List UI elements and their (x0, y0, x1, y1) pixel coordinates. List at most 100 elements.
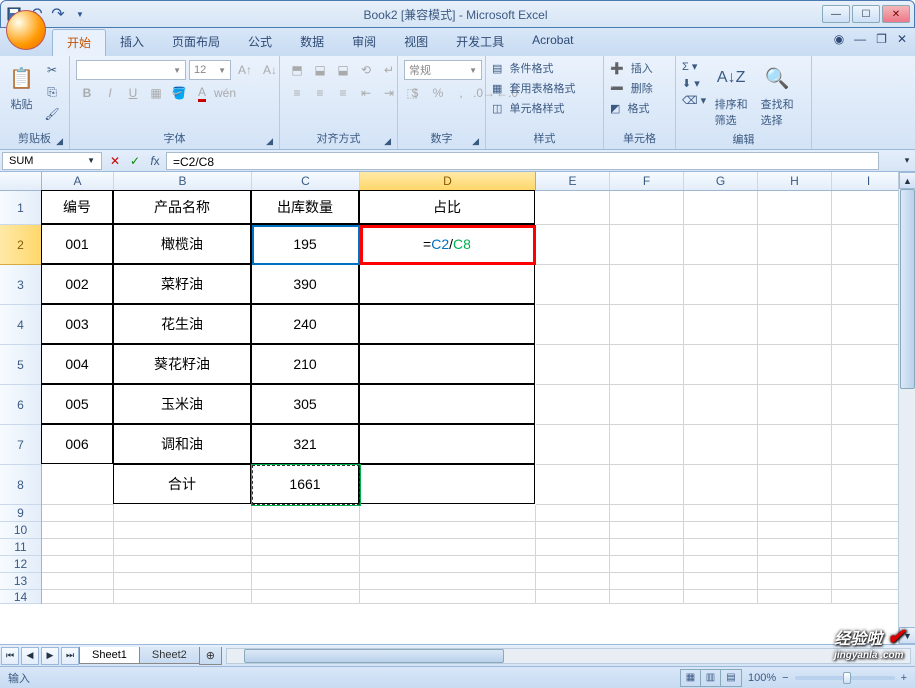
cell-D3[interactable] (359, 264, 535, 304)
font-name-combo[interactable]: ▼ (76, 60, 186, 80)
cell-E3[interactable] (536, 265, 610, 305)
row-header-13[interactable]: 13 (0, 573, 41, 590)
font-color-icon[interactable]: A (191, 83, 213, 103)
percent-icon[interactable]: % (427, 83, 449, 103)
cell-F10[interactable] (610, 522, 684, 539)
row-header-10[interactable]: 10 (0, 522, 41, 539)
cell-D14[interactable] (360, 590, 536, 604)
cell-D5[interactable] (359, 344, 535, 384)
format-cells-button[interactable]: ◩ 格式 (610, 100, 653, 116)
cell-H13[interactable] (758, 573, 832, 590)
next-sheet-icon[interactable]: ▶ (41, 647, 59, 665)
align-middle-icon[interactable]: ⬓ (309, 60, 331, 80)
cell-G14[interactable] (684, 590, 758, 604)
cell-D2[interactable]: =C2/C8 (359, 224, 535, 264)
cell-E7[interactable] (536, 425, 610, 465)
cell-E9[interactable] (536, 505, 610, 522)
cell-A13[interactable] (42, 573, 114, 590)
col-header-B[interactable]: B (114, 172, 252, 190)
cell-H1[interactable] (758, 191, 832, 225)
cell-I14[interactable] (832, 590, 906, 604)
bold-icon[interactable]: B (76, 83, 98, 103)
tab-data[interactable]: 数据 (286, 29, 338, 56)
cell-C14[interactable] (252, 590, 360, 604)
cell-C7[interactable]: 321 (251, 424, 359, 464)
cell-A14[interactable] (42, 590, 114, 604)
col-header-I[interactable]: I (832, 172, 906, 190)
row-header-9[interactable]: 9 (0, 505, 41, 522)
cell-F1[interactable] (610, 191, 684, 225)
cell-C6[interactable]: 305 (251, 384, 359, 424)
align-center-icon[interactable]: ≡ (309, 83, 331, 103)
phonetic-icon[interactable]: wén (214, 83, 236, 103)
row-header-11[interactable]: 11 (0, 539, 41, 556)
cell-I12[interactable] (832, 556, 906, 573)
align-top-icon[interactable]: ⬒ (286, 60, 308, 80)
formula-bar[interactable]: =C2/C8 (166, 152, 879, 170)
cell-H10[interactable] (758, 522, 832, 539)
col-header-E[interactable]: E (536, 172, 610, 190)
cell-B4[interactable]: 花生油 (113, 304, 251, 344)
cell-F14[interactable] (610, 590, 684, 604)
page-layout-view-icon[interactable]: ▥ (701, 670, 721, 686)
row-header-3[interactable]: 3 (0, 265, 41, 305)
enter-formula-icon[interactable]: ✓ (126, 154, 144, 168)
horizontal-scrollbar[interactable] (226, 648, 911, 664)
cell-C4[interactable]: 240 (251, 304, 359, 344)
cell-I9[interactable] (832, 505, 906, 522)
col-header-A[interactable]: A (42, 172, 114, 190)
cell-G7[interactable] (684, 425, 758, 465)
copy-icon[interactable]: ⎘ (41, 82, 63, 102)
cell-I11[interactable] (832, 539, 906, 556)
cell-A10[interactable] (42, 522, 114, 539)
row-header-4[interactable]: 4 (0, 305, 41, 345)
select-all-corner[interactable] (0, 172, 42, 190)
cell-C1[interactable]: 出库数量 (251, 190, 359, 224)
dialog-launcher-icon[interactable]: ◢ (472, 136, 479, 147)
cell-A1[interactable]: 编号 (41, 190, 113, 224)
cell-A6[interactable]: 005 (41, 384, 113, 424)
cell-C9[interactable] (252, 505, 360, 522)
row-header-1[interactable]: 1 (0, 191, 41, 225)
paste-button[interactable]: 📋 粘贴 (6, 60, 37, 114)
row-header-8[interactable]: 8 (0, 465, 41, 505)
cell-F2[interactable] (610, 225, 684, 265)
align-right-icon[interactable]: ≡ (332, 83, 354, 103)
cell-F4[interactable] (610, 305, 684, 345)
prev-sheet-icon[interactable]: ◀ (21, 647, 39, 665)
cell-F6[interactable] (610, 385, 684, 425)
tab-insert[interactable]: 插入 (106, 29, 158, 56)
cell-A2[interactable]: 001 (41, 224, 113, 264)
cell-F13[interactable] (610, 573, 684, 590)
tab-formulas[interactable]: 公式 (234, 29, 286, 56)
cell-styles-button[interactable]: ◫ 单元格样式 (492, 100, 575, 116)
cell-G10[interactable] (684, 522, 758, 539)
tab-review[interactable]: 审阅 (338, 29, 390, 56)
increase-indent-icon[interactable]: ⇥ (378, 83, 400, 103)
new-sheet-icon[interactable]: ⊕ (199, 647, 222, 665)
cell-B14[interactable] (114, 590, 252, 604)
cell-D10[interactable] (360, 522, 536, 539)
cell-A3[interactable]: 002 (41, 264, 113, 304)
cell-H8[interactable] (758, 465, 832, 505)
cell-B5[interactable]: 葵花籽油 (113, 344, 251, 384)
cell-G8[interactable] (684, 465, 758, 505)
cell-D7[interactable] (359, 424, 535, 464)
cell-A12[interactable] (42, 556, 114, 573)
cell-D1[interactable]: 占比 (359, 190, 535, 224)
cell-F3[interactable] (610, 265, 684, 305)
align-left-icon[interactable]: ≡ (286, 83, 308, 103)
cell-B13[interactable] (114, 573, 252, 590)
cell-A9[interactable] (42, 505, 114, 522)
cell-F11[interactable] (610, 539, 684, 556)
zoom-out-icon[interactable]: − (782, 672, 788, 684)
cell-C8[interactable]: 1661 (251, 464, 359, 504)
col-header-G[interactable]: G (684, 172, 758, 190)
wrap-text-icon[interactable]: ↵ (378, 60, 400, 80)
cell-H6[interactable] (758, 385, 832, 425)
col-header-H[interactable]: H (758, 172, 832, 190)
close-button[interactable]: ✕ (882, 5, 910, 23)
cell-D4[interactable] (359, 304, 535, 344)
cell-C2[interactable]: 195 (251, 224, 359, 264)
dialog-launcher-icon[interactable]: ◢ (56, 136, 63, 147)
